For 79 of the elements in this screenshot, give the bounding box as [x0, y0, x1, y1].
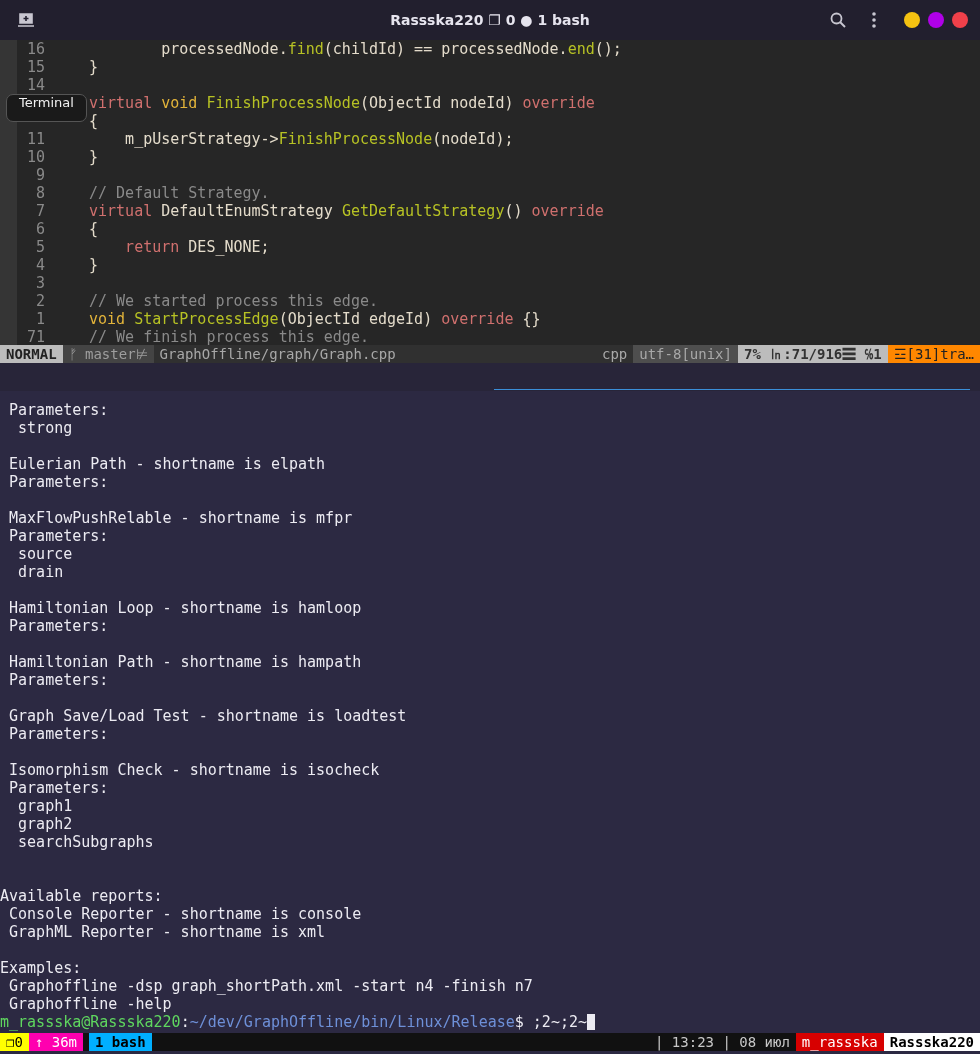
output-line: graph1 [17, 797, 73, 815]
line-number: 16 [26, 40, 45, 58]
git-branch: ᚠ master⊭ [62, 345, 154, 363]
line-number: 14 [26, 76, 45, 94]
code-line: virtual DefaultEnumStrategy GetDefaultStrategy() override [89, 202, 604, 220]
output-line: Eulerian Path - shortname is elpath [8, 455, 326, 473]
output-line: Console Reporter - shortname is console [8, 905, 362, 923]
output-line: Available reports: [0, 887, 163, 905]
output-line: Parameters: [8, 725, 109, 743]
output-line: drain [17, 563, 64, 581]
warning-indicator: ☲[31]tra… [887, 345, 980, 363]
menu-icon[interactable] [872, 12, 876, 28]
output-line: Parameters: [8, 671, 109, 689]
output-line: Graph Save/Load Test - shortname is loadtest [8, 707, 407, 725]
user-name: m_rassska [795, 1033, 884, 1051]
output-line: Graphoffline -help [8, 995, 172, 1013]
line-number: 3 [35, 274, 45, 292]
search-icon[interactable] [830, 12, 846, 28]
prompt-path: ~/dev/GraphOffline/bin/Linux/Release [189, 1013, 515, 1031]
code-line: } [89, 148, 99, 166]
output-line: graph2 [17, 815, 73, 833]
mode-indicator: NORMAL [0, 345, 63, 363]
output-line: searchSubgraphs [17, 833, 154, 851]
code-line: } [89, 256, 99, 274]
line-number: 15 [26, 58, 45, 76]
uptime-indicator: ↑ 36m [28, 1033, 83, 1051]
line-number: 2 [35, 292, 45, 310]
code-line: virtual void FinishProcessNode(ObjectId nodeId) override [89, 94, 595, 112]
line-number: 7 [35, 202, 45, 220]
code-line: // We finish process this edge. [89, 328, 369, 345]
prompt-separator: : [180, 1013, 190, 1031]
output-line: Parameters: [8, 473, 109, 491]
file-path: GraphOffline/graph/Graph.cpp [158, 345, 397, 363]
clock-date: | 13:23 | 08 июл [654, 1033, 791, 1051]
line-number: 6 [35, 220, 45, 238]
output-line: Examples: [0, 959, 82, 977]
minimize-button[interactable] [904, 12, 920, 28]
output-line: source [17, 545, 73, 563]
prompt-user-host: m_rassska@Rassska220 [0, 1013, 181, 1031]
output-line: strong [17, 419, 73, 437]
code-line: // We started process this edge. [89, 292, 378, 310]
code-line: { [89, 112, 99, 130]
output-line: MaxFlowPushRelable - shortname is mfpr [8, 509, 353, 527]
code-line: void StartProcessEdge(ObjectId edgeId) override {} [89, 310, 541, 328]
output-line: Parameters: [8, 617, 109, 635]
code-line: } [89, 58, 99, 76]
code-line: m_pUserStrategy->FinishProcessNode(nodeId); [124, 130, 514, 148]
line-number: 71 [26, 328, 45, 345]
output-line: Parameters: [8, 527, 109, 545]
code-line: { [89, 220, 99, 238]
host-name: Rassska220 [883, 1033, 980, 1051]
output-line: Isomorphism Check - shortname is isocheck [8, 761, 380, 779]
window-title: Rassska220 ❐ 0 ● 1 bash [390, 12, 590, 28]
output-line: Parameters: [8, 779, 109, 797]
line-number: 9 [35, 166, 45, 184]
output-line: Hamiltonian Path - shortname is hampath [8, 653, 362, 671]
output-line: Hamiltonian Loop - shortname is hamloop [8, 599, 362, 617]
output-line: Graphoffline -dsp graph_shortPath.xml -start n4 -finish n7 [8, 977, 533, 995]
session-indicator: ❐0 [0, 1033, 29, 1051]
line-number: 4 [35, 256, 45, 274]
line-number: 11 [26, 130, 45, 148]
code-line: // Default Strategy. [89, 184, 270, 202]
output-line: Parameters: [8, 401, 109, 419]
maximize-button[interactable] [928, 12, 944, 28]
code-line: return DES_NONE; [124, 238, 270, 256]
line-number: 5 [35, 238, 45, 256]
new-tab-icon[interactable] [18, 13, 34, 27]
cursor-position: 7% ㏑:71/916☰ ℅1 [738, 345, 888, 363]
command-input[interactable]: $ ;2~;2~ [514, 1013, 587, 1031]
code-line: processedNode.find(childId) == processedNode.end(); [160, 40, 622, 58]
text-cursor [587, 1014, 595, 1030]
line-number: 8 [35, 184, 45, 202]
line-number: 1 [35, 310, 45, 328]
output-line: GraphML Reporter - shortname is xml [8, 923, 326, 941]
file-encoding: utf-8[unix] [633, 345, 738, 363]
close-button[interactable] [952, 12, 968, 28]
line-number: 10 [26, 148, 45, 166]
tooltip: Terminal [6, 94, 87, 122]
file-type: cpp [600, 345, 629, 363]
